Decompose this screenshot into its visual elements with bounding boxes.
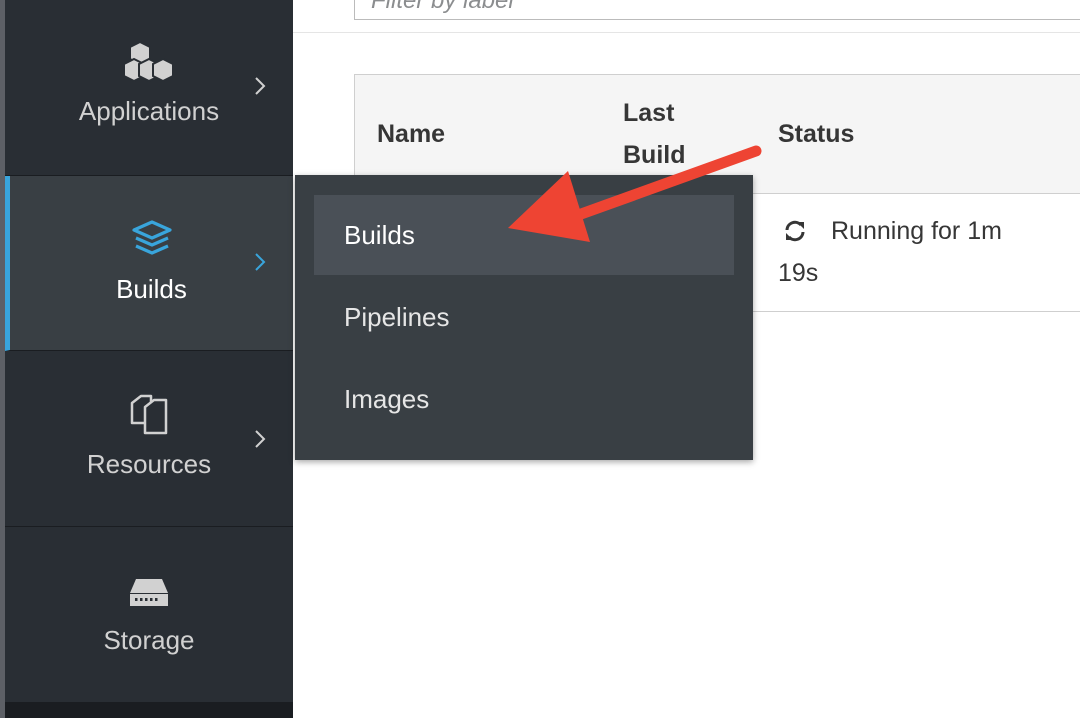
annotation-arrow (508, 145, 762, 242)
